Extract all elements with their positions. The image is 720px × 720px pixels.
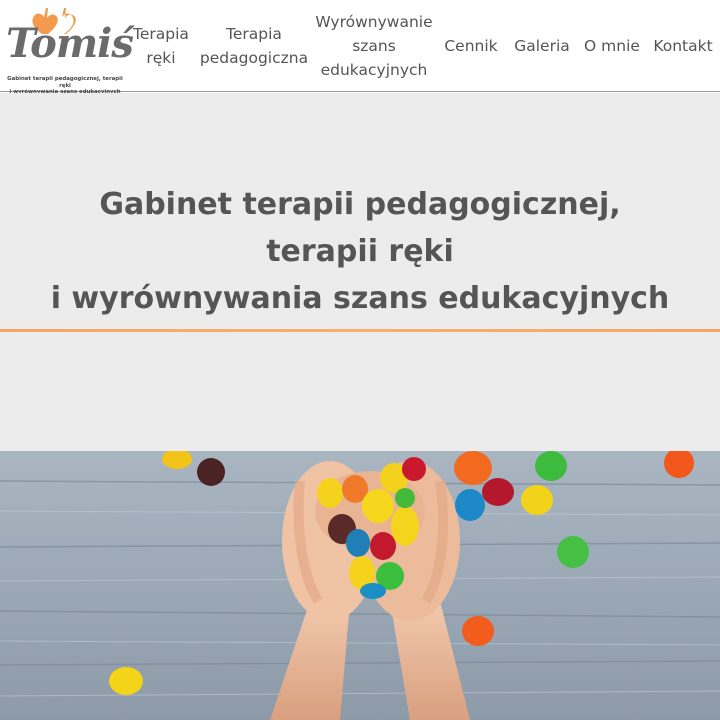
nav-label: Cennik bbox=[444, 37, 498, 55]
hero-title: Gabinet terapii pedagogicznej, terapii r… bbox=[0, 181, 720, 322]
main-nav: Terapia ręki Terapia pedagogiczna Wyrówn… bbox=[124, 0, 720, 92]
nav-item-terapia-reki[interactable]: Terapia ręki bbox=[126, 0, 196, 92]
hero-title-line-1: Gabinet terapii pedagogicznej, bbox=[99, 187, 621, 222]
nav-item-o-mnie[interactable]: O mnie bbox=[580, 0, 644, 92]
nav-label: O mnie bbox=[584, 37, 640, 55]
hero-title-line-2: terapii ręki bbox=[266, 234, 454, 269]
hero-title-line-3: i wyrównywania szans edukacyjnych bbox=[50, 281, 670, 316]
site-header: Tomiś Gabinet terapii pedagogicznej, ter… bbox=[0, 0, 720, 95]
hero-accent-divider bbox=[0, 329, 720, 332]
nav-label: Terapia pedagogiczna bbox=[199, 25, 309, 67]
nav-label: Wyrównywanie szans edukacyjnych bbox=[315, 13, 433, 79]
nav-label: Terapia ręki bbox=[133, 25, 189, 67]
logo-wordmark: Tomiś bbox=[6, 20, 134, 67]
nav-item-terapia-pedagogiczna[interactable]: Terapia pedagogiczna bbox=[198, 0, 310, 92]
nav-item-galeria[interactable]: Galeria bbox=[510, 0, 574, 92]
nav-label: Galeria bbox=[514, 37, 570, 55]
hero-section: Gabinet terapii pedagogicznej, terapii r… bbox=[0, 93, 720, 451]
candies-hands-image bbox=[0, 451, 720, 720]
site-logo[interactable]: Tomiś Gabinet terapii pedagogicznej, ter… bbox=[4, 4, 134, 95]
nav-item-cennik[interactable]: Cennik bbox=[440, 0, 502, 92]
nav-label: Kontakt bbox=[653, 37, 713, 55]
nav-item-kontakt[interactable]: Kontakt bbox=[650, 0, 716, 92]
hero-photo bbox=[0, 451, 720, 720]
nav-item-wyrownywanie-szans[interactable]: Wyrównywanie szans edukacyjnych bbox=[312, 0, 436, 92]
